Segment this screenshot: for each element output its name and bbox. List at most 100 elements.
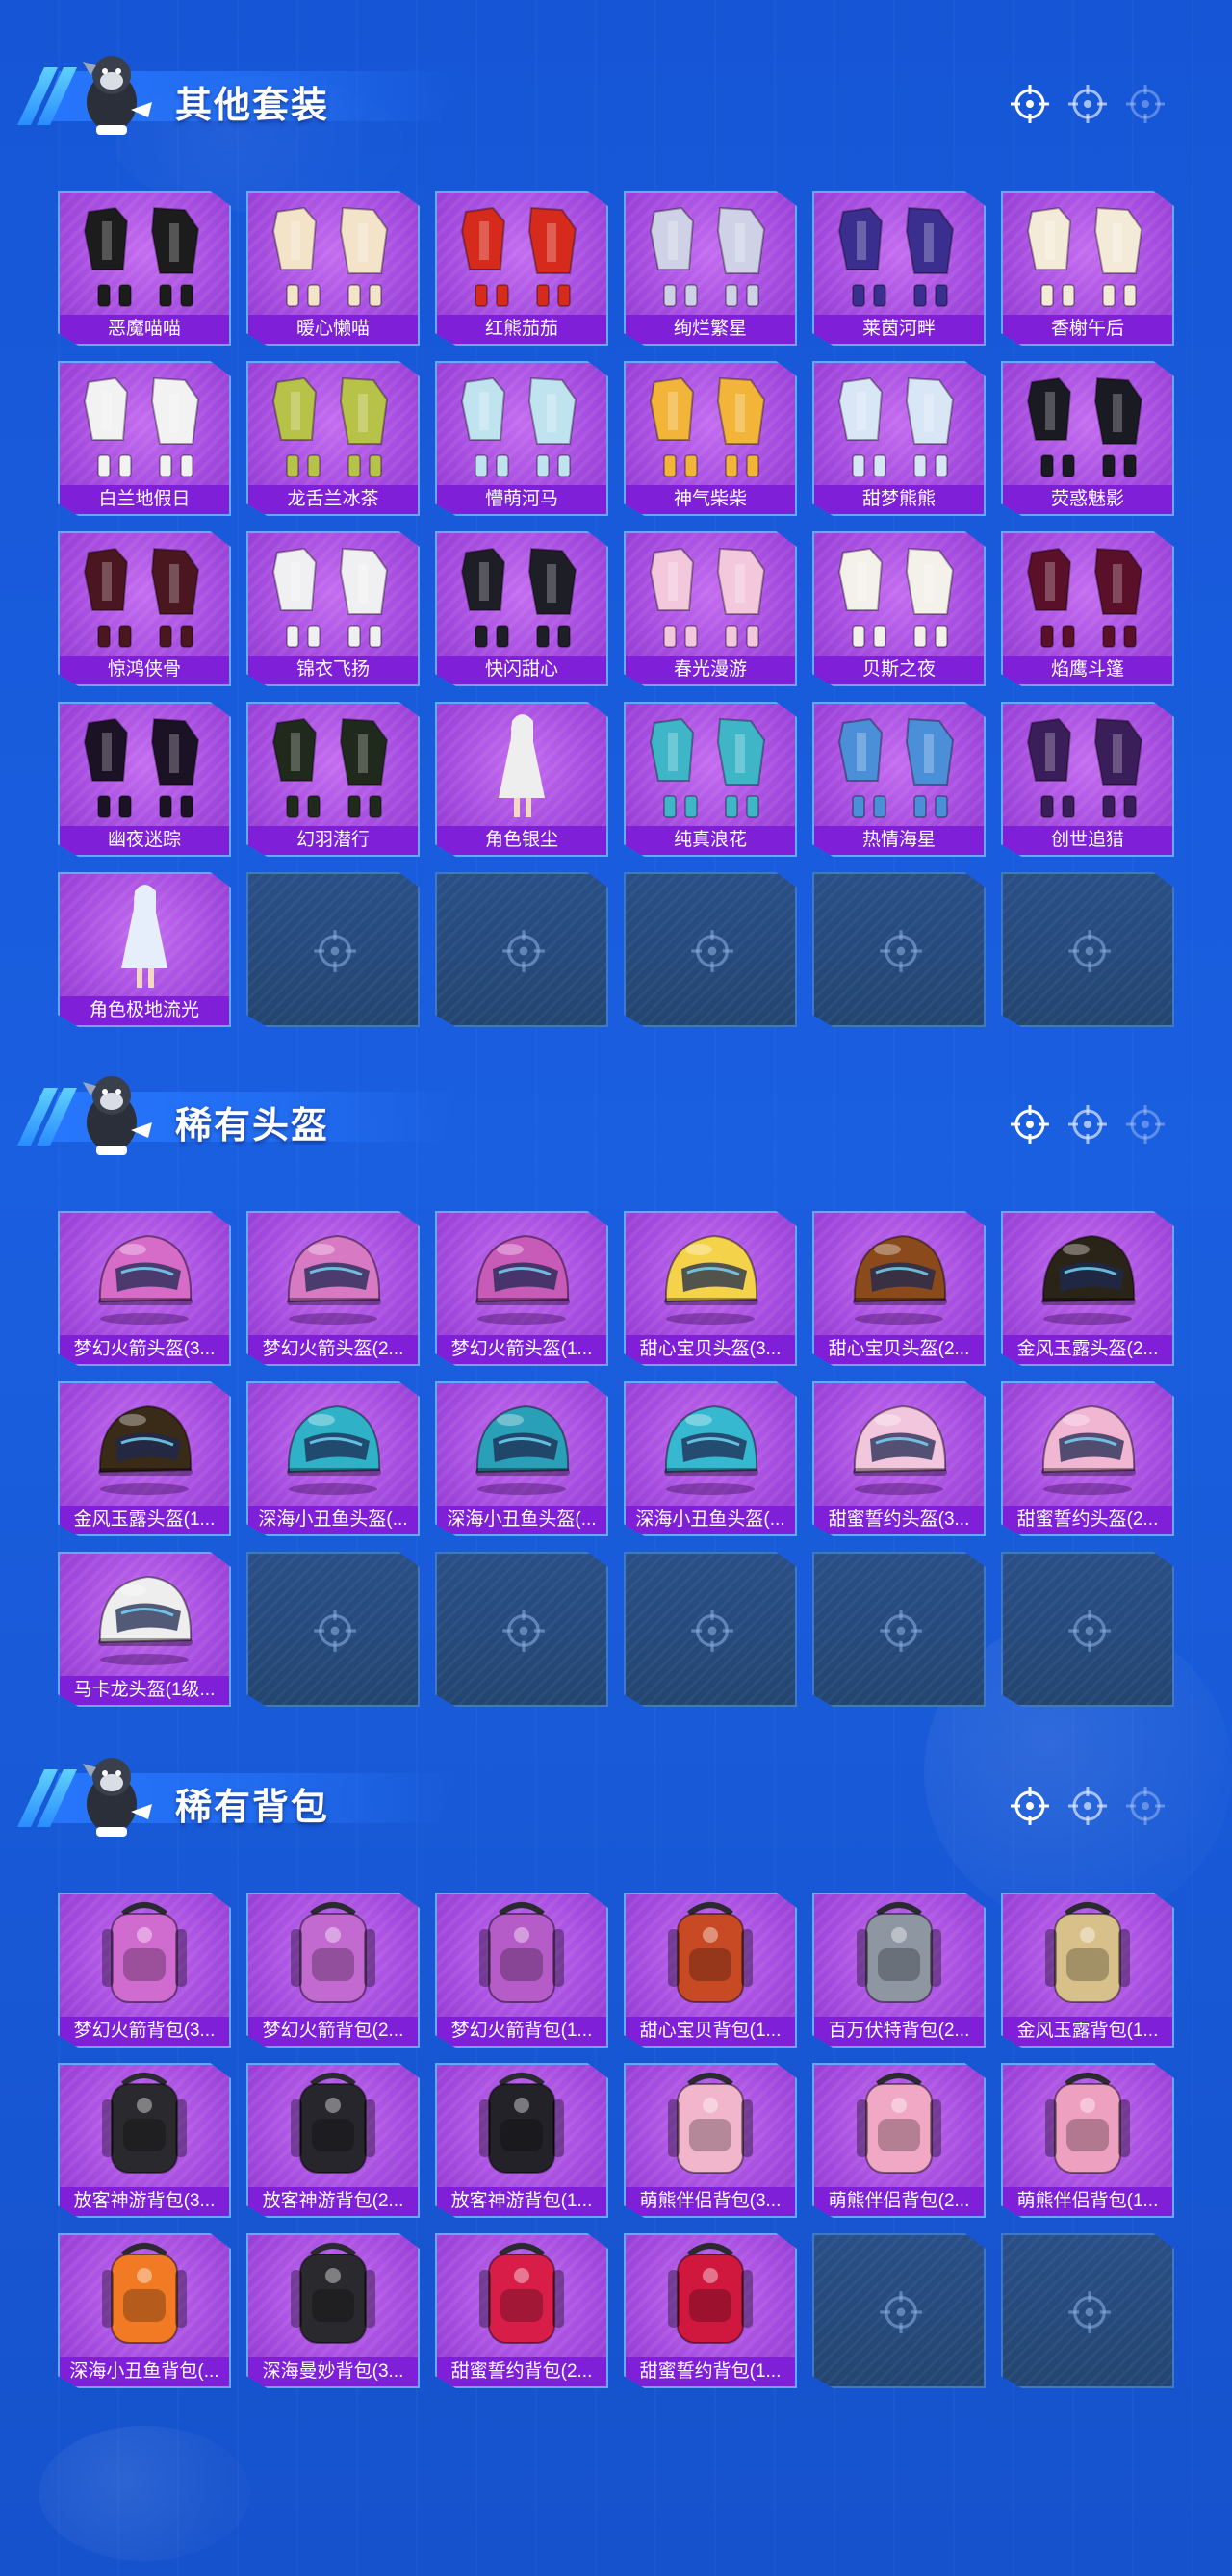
outfit-icon xyxy=(248,533,418,657)
helmet-icon xyxy=(1003,1383,1172,1507)
helmet-item-tile[interactable]: 甜心宝贝头盔(2... xyxy=(812,1211,986,1366)
helmet-item-tile[interactable]: 梦幻火箭头盔(2... xyxy=(246,1211,420,1366)
item-label: 马卡龙头盔(1级... xyxy=(60,1676,229,1705)
helmet-item-tile[interactable]: 甜蜜誓约头盔(2... xyxy=(1001,1381,1174,1536)
helmet-grid: 梦幻火箭头盔(3... 梦幻火箭头盔(2... 梦幻火箭头盔(1... 甜心宝贝头盔(… xyxy=(58,1211,1174,1707)
outfit-item-tile[interactable]: 创世追猎 xyxy=(1001,702,1174,857)
outfit-item-tile[interactable]: 绚烂繁星 xyxy=(624,191,797,346)
background-bubble-deco xyxy=(38,2426,250,2561)
item-label: 神气柴柴 xyxy=(626,485,795,514)
item-label: 贝斯之夜 xyxy=(814,656,984,684)
item-label: 甜心宝贝背包(1... xyxy=(626,2017,795,2046)
backpack-item-tile[interactable]: 深海曼妙背包(3... xyxy=(246,2233,420,2388)
backpack-icon xyxy=(626,2065,795,2188)
outfit-item-tile[interactable]: 龙舌兰冰茶 xyxy=(246,361,420,516)
helmet-item-tile[interactable]: 金风玉露头盔(1... xyxy=(58,1381,231,1536)
outfit-item-tile[interactable]: 贝斯之夜 xyxy=(812,531,986,686)
item-label: 梦幻火箭头盔(3... xyxy=(60,1335,229,1364)
helmet-item-tile[interactable]: 深海小丑鱼头盔(... xyxy=(246,1381,420,1536)
crosshair-icon xyxy=(1066,928,1113,974)
helmet-icon xyxy=(626,1213,795,1336)
crosshair-icon xyxy=(500,1608,547,1654)
outfit-item-tile[interactable]: 红熊茄茄 xyxy=(435,191,608,346)
outfit-item-tile[interactable]: 惊鸿侠骨 xyxy=(58,531,231,686)
helmet-item-tile[interactable]: 甜蜜誓约头盔(3... xyxy=(812,1381,986,1536)
outfit-icon xyxy=(626,533,795,657)
helmet-item-tile[interactable]: 马卡龙头盔(1级... xyxy=(58,1552,231,1707)
outfit-item-tile[interactable]: 神气柴柴 xyxy=(624,361,797,516)
helmet-item-tile[interactable]: 深海小丑鱼头盔(... xyxy=(435,1381,608,1536)
outfit-item-tile[interactable]: 白兰地假日 xyxy=(58,361,231,516)
section-title: 稀有头盔 xyxy=(175,1106,330,1146)
outfit-item-tile[interactable]: 快闪甜心 xyxy=(435,531,608,686)
outfit-item-tile[interactable]: 纯真浪花 xyxy=(624,702,797,857)
item-label: 角色极地流光 xyxy=(60,996,229,1025)
outfit-item-tile[interactable]: 莱茵河畔 xyxy=(812,191,986,346)
outfit-item-tile[interactable]: 幻羽潜行 xyxy=(246,702,420,857)
backpack-icon xyxy=(437,2235,606,2358)
crosshair-icon xyxy=(878,2289,924,2335)
backpack-item-tile[interactable]: 金风玉露背包(1... xyxy=(1001,1893,1174,2048)
item-label: 深海小丑鱼头盔(... xyxy=(248,1506,418,1534)
item-label: 甜心宝贝头盔(3... xyxy=(626,1335,795,1364)
backpack-item-tile[interactable]: 甜心宝贝背包(1... xyxy=(624,1893,797,2048)
outfit-item-tile[interactable]: 暖心懒喵 xyxy=(246,191,420,346)
outfit-item-tile[interactable]: 香榭午后 xyxy=(1001,191,1174,346)
outfit-icon xyxy=(1003,533,1172,657)
header-crosshair-deco xyxy=(1009,1785,1167,1827)
helmet-item-tile[interactable]: 梦幻火箭头盔(3... xyxy=(58,1211,231,1366)
backpack-icon xyxy=(626,1894,795,2018)
section-title: 其他套装 xyxy=(175,86,330,126)
section-title: 稀有背包 xyxy=(175,1788,330,1828)
backpack-item-tile[interactable]: 甜蜜誓约背包(2... xyxy=(435,2233,608,2388)
item-label: 甜蜜誓约头盔(2... xyxy=(1003,1506,1172,1534)
helmet-icon xyxy=(814,1383,984,1507)
item-label: 幻羽潜行 xyxy=(248,826,418,855)
helmet-item-tile[interactable]: 深海小丑鱼头盔(... xyxy=(624,1381,797,1536)
backpack-item-tile[interactable]: 萌熊伴侣背包(1... xyxy=(1001,2063,1174,2218)
backpack-item-tile[interactable]: 百万伏特背包(2... xyxy=(812,1893,986,2048)
backpack-item-tile[interactable]: 放客神游背包(2... xyxy=(246,2063,420,2218)
backpack-icon xyxy=(1003,2065,1172,2188)
outfit-item-tile[interactable]: 角色银尘 xyxy=(435,702,608,857)
outfit-icon xyxy=(248,363,418,486)
item-label: 百万伏特背包(2... xyxy=(814,2017,984,2046)
crosshair-icon xyxy=(1066,2289,1113,2335)
backpack-item-tile[interactable]: 放客神游背包(1... xyxy=(435,2063,608,2218)
backpack-item-tile[interactable]: 萌熊伴侣背包(3... xyxy=(624,2063,797,2218)
outfit-item-tile[interactable]: 恶魔喵喵 xyxy=(58,191,231,346)
backpack-item-tile[interactable]: 梦幻火箭背包(2... xyxy=(246,1893,420,2048)
backpack-item-tile[interactable]: 萌熊伴侣背包(2... xyxy=(812,2063,986,2218)
crosshair-icon xyxy=(1066,1785,1109,1827)
outfit-item-tile[interactable]: 幽夜迷踪 xyxy=(58,702,231,857)
backpack-item-tile[interactable]: 放客神游背包(3... xyxy=(58,2063,231,2218)
crosshair-icon xyxy=(1124,83,1167,125)
outfit-item-tile[interactable]: 春光漫游 xyxy=(624,531,797,686)
outfit-icon xyxy=(1003,363,1172,486)
backpack-item-tile[interactable]: 深海小丑鱼背包(... xyxy=(58,2233,231,2388)
item-label: 惊鸿侠骨 xyxy=(60,656,229,684)
empty-slot xyxy=(812,872,986,1027)
outfit-item-tile[interactable]: 荧惑魅影 xyxy=(1001,361,1174,516)
helmet-item-tile[interactable]: 金风玉露头盔(2... xyxy=(1001,1211,1174,1366)
outfit-icon xyxy=(60,704,229,827)
item-label: 龙舌兰冰茶 xyxy=(248,485,418,514)
helmet-item-tile[interactable]: 甜心宝贝头盔(3... xyxy=(624,1211,797,1366)
outfit-item-tile[interactable]: 懵萌河马 xyxy=(435,361,608,516)
item-label: 甜梦熊熊 xyxy=(814,485,984,514)
crosshair-icon xyxy=(1124,1103,1167,1146)
item-label: 金风玉露背包(1... xyxy=(1003,2017,1172,2046)
backpack-item-tile[interactable]: 梦幻火箭背包(3... xyxy=(58,1893,231,2048)
item-label: 深海小丑鱼头盔(... xyxy=(626,1506,795,1534)
outfit-item-tile[interactable]: 锦衣飞扬 xyxy=(246,531,420,686)
outfit-item-tile[interactable]: 焰鹰斗篷 xyxy=(1001,531,1174,686)
helmet-item-tile[interactable]: 梦幻火箭头盔(1... xyxy=(435,1211,608,1366)
outfit-item-tile[interactable]: 热情海星 xyxy=(812,702,986,857)
outfit-item-tile[interactable]: 甜梦熊熊 xyxy=(812,361,986,516)
outfit-grid: 恶魔喵喵 暖心懒喵 红熊茄茄 绚烂繁星 莱茵河畔 香榭午后白兰地假日 龙舌兰冰茶 懵萌河马 神气… xyxy=(58,191,1174,1027)
item-label: 春光漫游 xyxy=(626,656,795,684)
empty-slot xyxy=(435,1552,608,1707)
backpack-item-tile[interactable]: 甜蜜誓约背包(1... xyxy=(624,2233,797,2388)
backpack-item-tile[interactable]: 梦幻火箭背包(1... xyxy=(435,1893,608,2048)
outfit-item-tile[interactable]: 角色极地流光 xyxy=(58,872,231,1027)
